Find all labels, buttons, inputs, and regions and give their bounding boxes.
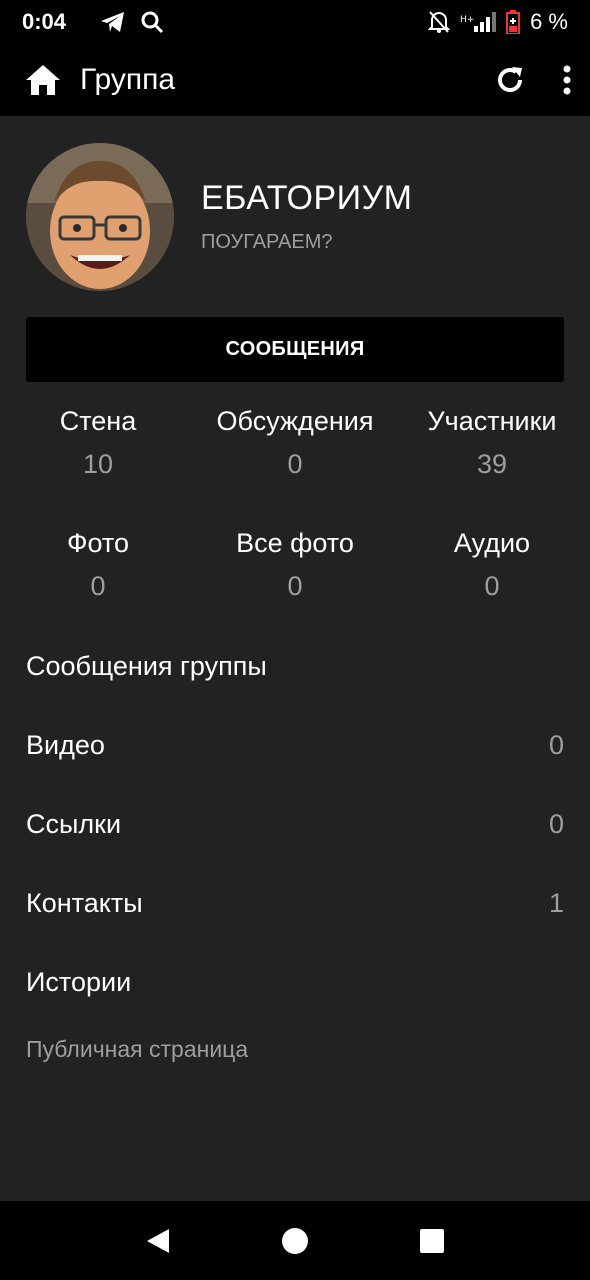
group-header: ЕБАТОРИУМ ПОУГАРАЕМ? [26, 143, 566, 291]
telegram-icon [100, 11, 126, 33]
status-time: 0:04 [22, 9, 67, 34]
page-title: Группа [80, 63, 176, 96]
group-status: ПОУГАРАЕМ? [201, 231, 333, 253]
battery-icon [506, 10, 521, 34]
home-circle-icon[interactable] [281, 1227, 309, 1255]
counter-value: 39 [476, 449, 508, 479]
row-count: 1 [548, 887, 564, 918]
counter-discussions[interactable]: Обсуждения 0 [197, 406, 393, 480]
row-label: Контакты [26, 887, 143, 918]
counter-label: Участники [427, 406, 557, 436]
refresh-icon[interactable] [494, 64, 526, 96]
row-label: Сообщения группы [26, 650, 267, 681]
counter-audio[interactable]: Аудио 0 [394, 528, 590, 602]
more-vert-icon[interactable] [562, 64, 572, 96]
signal-icon: H+ [460, 12, 497, 32]
row-video[interactable]: Видео 0 [26, 725, 564, 765]
row-count: 0 [548, 729, 564, 760]
row-links[interactable]: Ссылки 0 [26, 804, 564, 844]
recents-icon[interactable] [419, 1228, 445, 1254]
group-name: ЕБАТОРИУМ [201, 179, 413, 217]
status-bar: 0:04 H+ 6 % [0, 0, 590, 44]
counter-value: 0 [484, 571, 500, 601]
row-label: Видео [26, 729, 105, 760]
messages-button[interactable]: СООБЩЕНИЯ [26, 317, 564, 382]
bell-off-icon [428, 10, 451, 34]
row-stories[interactable]: Истории [26, 962, 564, 1002]
svg-text:H+: H+ [460, 15, 474, 25]
counter-value: 0 [287, 571, 303, 601]
search-icon [140, 10, 164, 34]
group-avatar[interactable] [26, 143, 174, 291]
app-bar: Группа [0, 44, 590, 116]
counter-photos[interactable]: Фото 0 [0, 528, 196, 602]
counter-value: 10 [82, 449, 114, 479]
counter-label: Стена [59, 406, 137, 436]
page-type-label: Публичная страница [26, 1036, 249, 1062]
counter-label: Все фото [236, 528, 354, 558]
system-nav-bar [0, 1201, 590, 1280]
battery-percent: 6 % [530, 9, 568, 34]
row-count: 0 [548, 808, 564, 839]
counter-wall[interactable]: Стена 10 [0, 406, 196, 480]
back-icon[interactable] [145, 1227, 171, 1255]
counter-label: Обсуждения [216, 406, 374, 436]
counter-value: 0 [287, 449, 303, 479]
home-icon[interactable] [24, 63, 62, 97]
row-label: Истории [26, 966, 132, 997]
counter-value: 0 [90, 571, 106, 601]
row-group-messages[interactable]: Сообщения группы [26, 646, 564, 686]
counter-label: Фото [66, 528, 130, 558]
row-label: Ссылки [26, 808, 122, 839]
row-contacts[interactable]: Контакты 1 [26, 883, 564, 923]
counter-all-photos[interactable]: Все фото 0 [197, 528, 393, 602]
counter-members[interactable]: Участники 39 [394, 406, 590, 480]
counter-label: Аудио [453, 528, 531, 558]
